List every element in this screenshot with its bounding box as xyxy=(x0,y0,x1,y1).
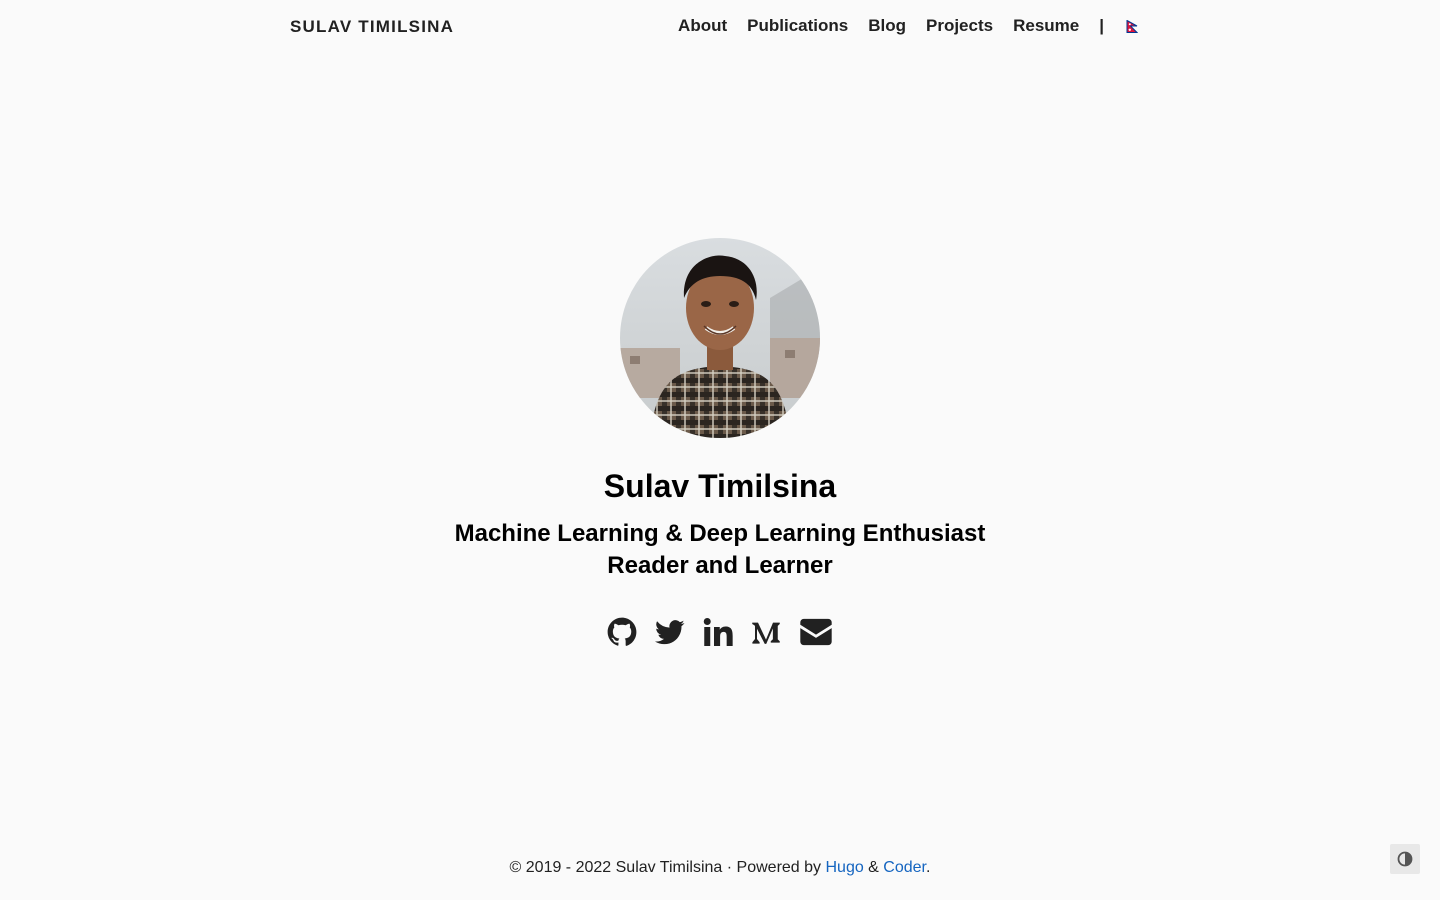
navbar: SULAV TIMILSINA About Publications Blog … xyxy=(0,0,1440,52)
tagline-line-2: Reader and Learner xyxy=(607,552,833,579)
medium-link[interactable] xyxy=(751,617,781,647)
twitter-link[interactable] xyxy=(655,617,685,647)
medium-icon xyxy=(752,622,780,644)
email-link[interactable] xyxy=(799,617,833,647)
coder-link[interactable]: Coder xyxy=(883,859,926,876)
profile-photo xyxy=(620,238,820,438)
nav-blog-link[interactable]: Blog xyxy=(868,16,906,36)
nepal-flag-icon xyxy=(1126,19,1138,33)
footer-copyright: © 2019 - 2022 Sulav Timilsina · Powered … xyxy=(509,859,826,876)
theme-toggle-button[interactable] xyxy=(1390,844,1420,874)
nav-separator: | xyxy=(1099,16,1104,35)
linkedin-link[interactable] xyxy=(703,617,733,647)
nav-publications-link[interactable]: Publications xyxy=(747,16,848,36)
language-switch-link[interactable] xyxy=(1126,19,1138,33)
main-nav: About Publications Blog Projects Resume … xyxy=(678,16,1138,36)
contrast-icon xyxy=(1397,851,1413,867)
page: SULAV TIMILSINA About Publications Blog … xyxy=(0,0,1440,900)
twitter-icon xyxy=(655,620,685,645)
footer-period: . xyxy=(926,859,931,876)
footer: © 2019 - 2022 Sulav Timilsina · Powered … xyxy=(0,859,1440,877)
linkedin-icon xyxy=(703,618,733,646)
hugo-link[interactable]: Hugo xyxy=(825,859,863,876)
profile-tagline: Machine Learning & Deep Learning Enthusi… xyxy=(0,518,1440,582)
email-icon xyxy=(800,618,832,646)
github-icon xyxy=(607,617,637,646)
profile-name: Sulav Timilsina xyxy=(603,468,837,504)
github-link[interactable] xyxy=(607,617,637,647)
nav-about-link[interactable]: About xyxy=(678,16,727,36)
site-title-link[interactable]: SULAV TIMILSINA xyxy=(290,17,454,37)
nav-projects-link[interactable]: Projects xyxy=(926,16,993,36)
footer-amp: & xyxy=(863,859,884,876)
main-content: Sulav Timilsina Machine Learning & Deep … xyxy=(0,238,1440,650)
nav-resume-link[interactable]: Resume xyxy=(1013,16,1079,36)
tagline-line-1: Machine Learning & Deep Learning Enthusi… xyxy=(454,520,986,547)
social-links xyxy=(0,614,1440,650)
